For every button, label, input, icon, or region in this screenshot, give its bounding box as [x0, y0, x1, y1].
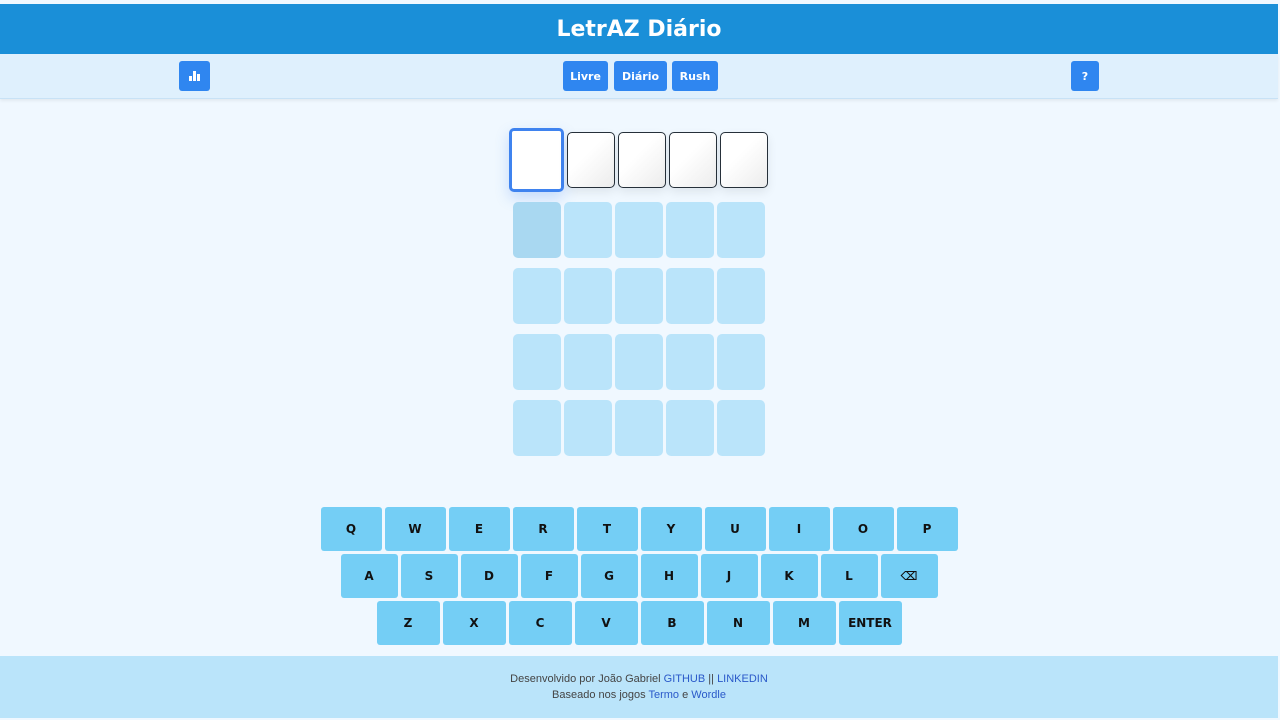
- game-board: [509, 128, 768, 456]
- footer-based-on: Baseado nos jogos Termo e Wordle: [552, 689, 726, 701]
- help-button[interactable]: ?: [1071, 61, 1099, 91]
- mode-diario-button[interactable]: Diário: [614, 61, 667, 91]
- letter-tile: [717, 400, 765, 456]
- termo-link[interactable]: Termo: [648, 689, 679, 701]
- enter-key[interactable]: ENTER: [838, 601, 902, 645]
- key-f[interactable]: F: [520, 554, 578, 598]
- app-header: LetrAZ Diário: [0, 4, 1278, 54]
- key-n[interactable]: N: [706, 601, 770, 645]
- board-row: [513, 334, 768, 390]
- key-g[interactable]: G: [580, 554, 638, 598]
- virtual-keyboard: QWERTYUIOP A S D F G H J K L ⌫ Z X C V B N M ENTER: [0, 507, 1278, 645]
- key-u[interactable]: U: [704, 507, 766, 551]
- key-x[interactable]: X: [442, 601, 506, 645]
- key-l[interactable]: L: [820, 554, 878, 598]
- key-d[interactable]: D: [460, 554, 518, 598]
- board-row: [513, 400, 768, 456]
- letter-tile: [717, 268, 765, 324]
- letter-tile: [717, 334, 765, 390]
- key-b[interactable]: B: [640, 601, 704, 645]
- letter-tile: [513, 202, 561, 258]
- letter-tile: [615, 268, 663, 324]
- github-link[interactable]: GITHUB: [664, 673, 706, 685]
- letter-tile-active[interactable]: [509, 128, 564, 192]
- key-h[interactable]: H: [640, 554, 698, 598]
- mode-rush-button[interactable]: Rush: [672, 61, 718, 91]
- key-j[interactable]: J: [700, 554, 758, 598]
- letter-tile: [615, 334, 663, 390]
- board-row: [513, 202, 768, 258]
- letter-tile: [615, 202, 663, 258]
- key-e[interactable]: E: [448, 507, 510, 551]
- wordle-link[interactable]: Wordle: [691, 689, 726, 701]
- letter-tile: [615, 400, 663, 456]
- footer-based-text: Baseado nos jogos: [552, 689, 646, 701]
- letter-tile: [564, 334, 612, 390]
- key-y[interactable]: Y: [640, 507, 702, 551]
- letter-tile: [564, 202, 612, 258]
- key-t[interactable]: T: [576, 507, 638, 551]
- footer-conjunction: e: [682, 689, 689, 701]
- bar-chart-icon: [189, 71, 200, 81]
- key-q[interactable]: Q: [320, 507, 382, 551]
- key-p[interactable]: P: [896, 507, 958, 551]
- letter-tile: [513, 334, 561, 390]
- footer-separator: ||: [708, 673, 714, 685]
- key-s[interactable]: S: [400, 554, 458, 598]
- key-w[interactable]: W: [384, 507, 446, 551]
- footer-author-text: Desenvolvido por João Gabriel: [510, 673, 661, 685]
- backspace-key[interactable]: ⌫: [880, 554, 938, 598]
- board-row: [509, 128, 768, 192]
- letter-tile: [564, 268, 612, 324]
- footer: Desenvolvido por João Gabriel GITHUB || …: [0, 656, 1278, 718]
- footer-credits: Desenvolvido por João Gabriel GITHUB || …: [510, 673, 768, 685]
- key-m[interactable]: M: [772, 601, 836, 645]
- letter-tile-active[interactable]: [567, 132, 615, 188]
- key-a[interactable]: A: [340, 554, 398, 598]
- key-c[interactable]: C: [508, 601, 572, 645]
- letter-tile: [717, 202, 765, 258]
- board-row: [513, 268, 768, 324]
- letter-tile: [666, 202, 714, 258]
- toolbar: Livre Diário Rush ?: [0, 54, 1278, 99]
- letter-tile-active[interactable]: [618, 132, 666, 188]
- letter-tile: [513, 400, 561, 456]
- letter-tile: [666, 268, 714, 324]
- letter-tile-active[interactable]: [669, 132, 717, 188]
- key-z[interactable]: Z: [376, 601, 440, 645]
- key-k[interactable]: K: [760, 554, 818, 598]
- letter-tile: [564, 400, 612, 456]
- letter-tile: [513, 268, 561, 324]
- letter-tile: [666, 334, 714, 390]
- key-o[interactable]: O: [832, 507, 894, 551]
- keyboard-row-3: Z X C V B N M ENTER: [376, 601, 902, 645]
- key-v[interactable]: V: [574, 601, 638, 645]
- letter-tile-active[interactable]: [720, 132, 768, 188]
- key-i[interactable]: I: [768, 507, 830, 551]
- keyboard-row-2: A S D F G H J K L ⌫: [340, 554, 938, 598]
- linkedin-link[interactable]: LINKEDIN: [717, 673, 768, 685]
- mode-livre-button[interactable]: Livre: [563, 61, 608, 91]
- keyboard-row-1: QWERTYUIOP: [320, 507, 958, 551]
- page-title: LetrAZ Diário: [556, 16, 722, 42]
- key-r[interactable]: R: [512, 507, 574, 551]
- stats-button[interactable]: [179, 61, 210, 91]
- letter-tile: [666, 400, 714, 456]
